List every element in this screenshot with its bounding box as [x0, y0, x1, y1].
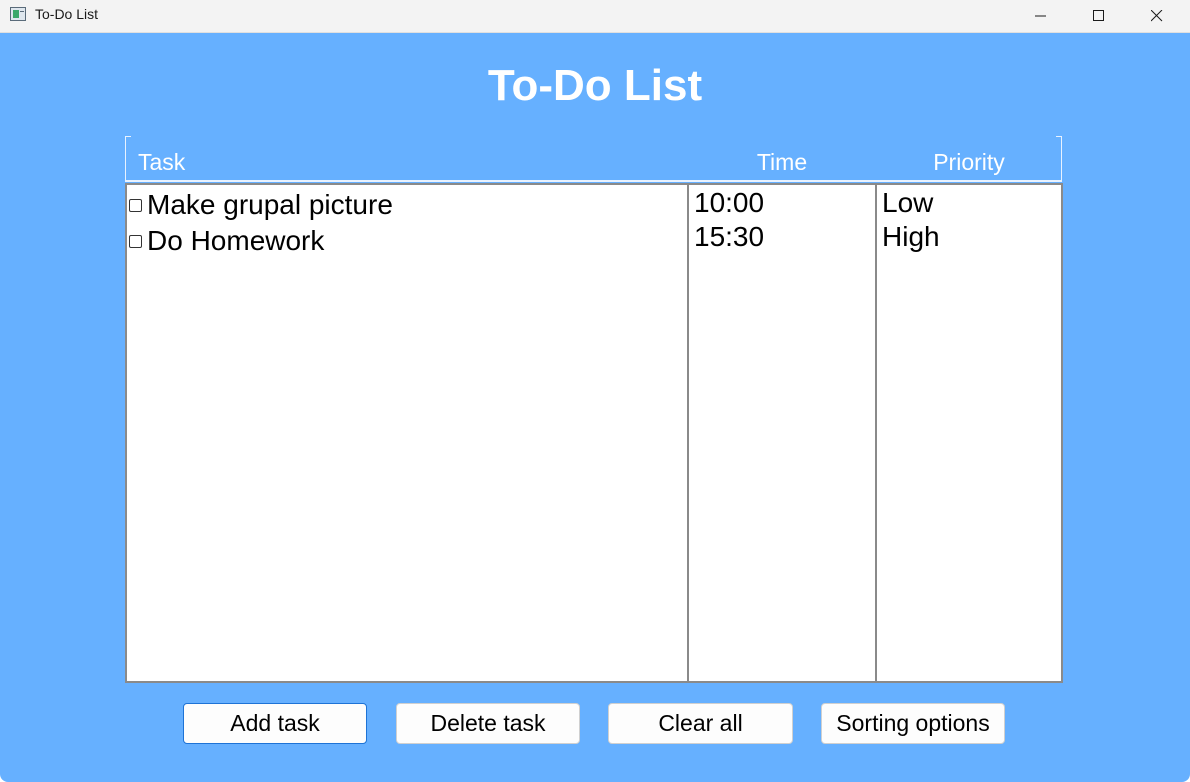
time-list[interactable]: 10:00 15:30 [687, 183, 877, 683]
close-button[interactable] [1134, 0, 1180, 33]
minimize-button[interactable] [1018, 0, 1064, 33]
title-bar[interactable]: To-Do List [0, 0, 1190, 33]
delete-task-button[interactable]: Delete task [396, 703, 580, 744]
task-label: Make grupal picture [147, 189, 393, 220]
close-icon [1151, 10, 1163, 22]
maximize-button[interactable] [1076, 0, 1122, 33]
task-checkbox[interactable] [129, 234, 142, 248]
clear-all-button[interactable]: Clear all [608, 703, 793, 744]
time-cell: 15:30 [694, 221, 765, 252]
column-header-task[interactable]: Task [138, 149, 185, 176]
task-list[interactable]: Make grupal picture Do Homework [125, 183, 689, 683]
task-row[interactable]: Make grupal picture [129, 188, 393, 222]
maximize-icon [1093, 10, 1104, 21]
time-cell: 10:00 [694, 187, 765, 218]
priority-cell: High [882, 221, 940, 252]
minimize-icon [1035, 15, 1046, 17]
table-header: Task Time Priority [125, 136, 1062, 182]
column-header-priority[interactable]: Priority [876, 149, 1062, 176]
task-row[interactable]: Do Homework [129, 224, 324, 258]
column-header-time[interactable]: Time [688, 149, 876, 176]
main-panel: To-Do List Task Time Priority Make grupa… [0, 33, 1190, 782]
priority-cell: Low [882, 187, 934, 218]
add-task-button[interactable]: Add task [183, 703, 367, 744]
page-title: To-Do List [487, 61, 703, 110]
sorting-options-button[interactable]: Sorting options [821, 703, 1005, 744]
priority-list[interactable]: Low High [875, 183, 1063, 683]
app-window: To-Do List To-Do List Task Time Priority [0, 0, 1190, 782]
app-window-icon [10, 7, 26, 21]
task-checkbox[interactable] [129, 198, 142, 212]
window-title: To-Do List [35, 6, 99, 22]
task-label: Do Homework [147, 225, 325, 256]
